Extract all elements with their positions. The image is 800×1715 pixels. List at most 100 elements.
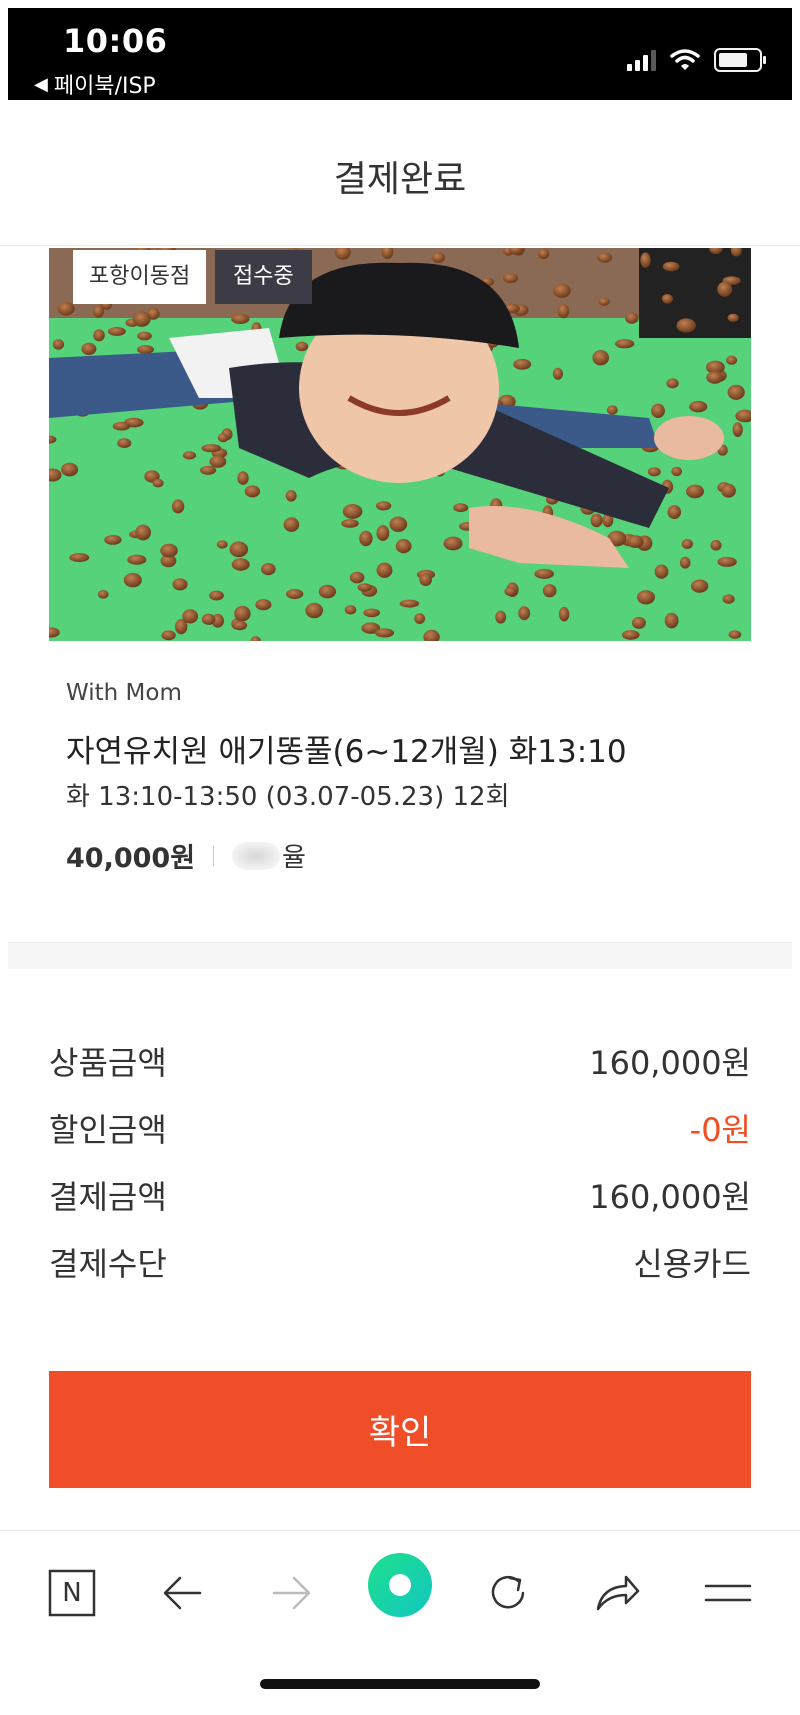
walnut-decoration [399,599,420,608]
walnut-decoration [443,536,463,551]
walnut-decoration [341,519,359,528]
back-arrow-icon[interactable] [152,1563,212,1623]
walnut-decoration [231,558,250,571]
page-title: 결제완료 [333,159,467,200]
product-category: With Mom [66,680,182,706]
walnut-decoration [237,471,249,485]
walnut-decoration [137,331,152,341]
page-header: 결제완료 [0,100,800,246]
share-icon[interactable] [588,1563,648,1623]
naver-n-icon[interactable]: N [42,1563,102,1623]
summary-row-payment-amount: 결제금액 160,000원 [49,1170,751,1220]
home-indicator [260,1679,540,1689]
battery-icon [714,48,766,72]
walnut-decoration [357,583,372,592]
walnut-decoration [81,342,97,355]
walnut-decoration [363,608,381,618]
walnut-decoration [132,311,151,327]
walnut-decoration [201,444,222,453]
walnut-decoration [93,329,105,342]
walnut-decoration [686,484,704,499]
walnut-decoration [671,466,683,477]
walnut-decoration [182,451,197,460]
back-app-label: 페이북/ISP [53,74,156,99]
walnut-decoration [93,305,104,318]
walnut-decoration [681,539,693,549]
walnut-decoration [727,384,745,400]
walnut-decoration [495,610,507,624]
walnut-decoration [342,504,363,519]
walnut-decoration [732,422,743,437]
summary-value: 160,000원 [589,1044,751,1082]
product-title: 자연유치원 애기똥풀(6~12개월) 화13:10 [66,734,627,770]
walnut-decoration [717,281,733,297]
signal-icon [627,49,656,71]
walnut-decoration [662,261,680,272]
walnut-decoration [117,438,132,448]
walnut-decoration [172,578,188,591]
walnut-decoration [518,606,531,621]
walnut-decoration [666,378,679,389]
summary-row-discount: 할인금액 -0원 [49,1103,751,1153]
status-bar: 10:06 ◀ 페이북/ISP [8,8,792,100]
walnut-decoration [598,297,610,306]
branch-tag: 포항이동점 [73,250,207,304]
walnut-decoration [542,584,557,598]
forward-arrow-icon[interactable] [262,1563,322,1623]
walnut-decoration [161,630,176,641]
walnut-decoration [431,252,445,263]
refresh-icon[interactable] [478,1563,538,1623]
walnut-decoration [171,499,185,514]
walnut-decoration [504,586,517,597]
walnut-decoration [597,252,613,263]
summary-value: -0원 [689,1111,751,1149]
walnut-decoration [661,294,673,304]
walnut-decoration [414,613,426,624]
walnut-decoration [234,605,251,622]
walnut-decoration [97,590,109,599]
walnut-decoration [376,562,393,578]
back-to-app-link[interactable]: ◀ 페이북/ISP [34,68,156,100]
status-badge: 접수중 [215,250,312,304]
menu-icon[interactable] [698,1563,758,1623]
walnut-decoration [359,530,373,547]
walnut-decoration [374,628,395,638]
walnut-decoration [664,612,679,629]
walnut-decoration [137,345,154,354]
walnut-decoration [255,599,272,611]
walnut-decoration [283,517,300,532]
blurred-name [232,841,281,870]
walnut-decoration [726,355,738,365]
walnut-decoration [626,535,644,548]
summary-row-product-amount: 상품금액 160,000원 [49,1036,751,1086]
walnut-decoration [295,341,309,352]
walnut-decoration [69,553,90,562]
summary-row-payment-method: 결제수단 신용카드 [49,1237,751,1287]
summary-value: 신용카드 [633,1245,751,1283]
walnut-decoration [217,433,229,443]
walnut-decoration [503,273,518,283]
walnut-decoration [344,605,357,615]
product-price: 40,000원 [66,843,196,874]
confirm-button[interactable]: 확인 [49,1371,751,1488]
walnut-decoration [285,490,297,502]
walnut-decoration [728,630,742,639]
walnut-decoration [61,462,79,477]
home-circle-icon[interactable] [366,1551,434,1619]
walnut-decoration [123,572,142,588]
walnut-decoration [261,563,276,576]
walnut-decoration [318,584,336,599]
walnut-decoration [647,467,661,477]
wifi-icon [670,49,700,70]
walnut-decoration [112,421,131,431]
walnut-decoration [679,556,691,569]
walnut-decoration [625,312,639,324]
walnut-decoration [557,303,570,319]
price-separator [213,845,215,866]
status-icons [627,48,766,72]
walnut-decoration [667,505,682,520]
walnut-decoration [631,616,646,629]
walnut-decoration [590,513,603,528]
walnut-decoration [717,557,737,567]
walnut-decoration [286,589,304,599]
